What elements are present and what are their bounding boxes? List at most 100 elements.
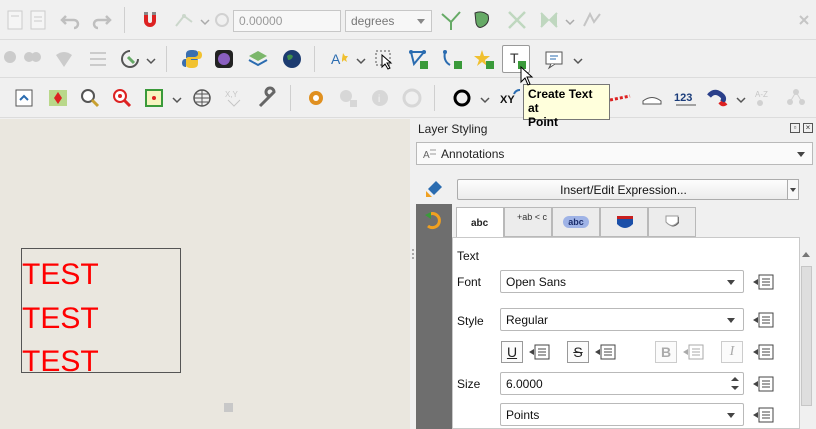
results-viewer-icon[interactable] <box>398 84 426 112</box>
tab-buffer[interactable]: abc <box>552 207 600 237</box>
network-icon[interactable] <box>782 84 810 112</box>
select-features-icon[interactable] <box>44 84 72 112</box>
report-icon[interactable] <box>24 6 52 34</box>
reshape-icon[interactable] <box>468 6 496 34</box>
delete-ring-icon[interactable] <box>18 45 46 73</box>
data-defined-override-icon[interactable] <box>683 342 709 362</box>
labeling-icon[interactable]: A <box>326 45 354 73</box>
snapping-magnet-icon[interactable] <box>136 6 164 34</box>
font-select[interactable]: Open Sans <box>500 270 744 293</box>
history-icon[interactable]: i <box>366 84 394 112</box>
chevron-down-icon[interactable] <box>146 55 156 65</box>
data-defined-override-icon[interactable] <box>753 272 779 292</box>
undo-icon[interactable] <box>56 6 84 34</box>
chevron-down-icon[interactable] <box>565 16 575 26</box>
layers-stack-icon[interactable] <box>244 45 272 73</box>
chevron-down-icon[interactable] <box>573 55 583 65</box>
processing-toolbox-icon[interactable] <box>302 84 330 112</box>
text-annotation-icon[interactable] <box>541 45 569 73</box>
resize-handle[interactable] <box>224 403 233 412</box>
globe-icon[interactable] <box>278 45 306 73</box>
size-spinbox[interactable]: 6.0000 <box>500 372 744 395</box>
polygon-annotation-icon[interactable] <box>404 45 432 73</box>
rotate-point-symbol-icon[interactable] <box>116 45 144 73</box>
text-annotation-frame[interactable]: TEST TEST TEST <box>21 248 181 377</box>
chevron-down-icon[interactable] <box>736 94 746 104</box>
attribute-table-icon[interactable] <box>84 45 112 73</box>
python-console-icon[interactable] <box>178 45 206 73</box>
route-icon[interactable] <box>704 84 732 112</box>
plugin-manager-icon[interactable] <box>210 45 238 73</box>
data-defined-override-icon[interactable] <box>753 310 779 330</box>
annotation-text-line: TEST <box>22 302 99 335</box>
size-unit-select[interactable]: Points <box>500 403 744 426</box>
italic-button[interactable]: I <box>721 341 743 363</box>
rotation-input[interactable]: 0.00000 <box>233 10 341 32</box>
background-tab-icon <box>617 216 633 228</box>
svg-text:A: A <box>423 150 430 161</box>
spin-arrows-icon[interactable] <box>730 375 740 392</box>
properties-scrollbar[interactable] <box>800 246 813 429</box>
coordinate-capture-icon[interactable]: X,Y <box>220 84 248 112</box>
measure-line-icon[interactable] <box>606 84 634 112</box>
map-canvas[interactable]: TEST TEST TEST <box>0 119 410 429</box>
data-defined-override-icon[interactable] <box>753 342 779 362</box>
data-defined-override-icon[interactable] <box>753 374 779 394</box>
layer-styling-panel: Layer Styling ▫ × A Annotations Insert/E… <box>416 119 816 429</box>
chevron-down-icon[interactable] <box>172 94 182 104</box>
wrench-icon[interactable] <box>254 84 282 112</box>
underline-button[interactable]: U <box>501 341 523 363</box>
tab-background[interactable] <box>600 207 648 237</box>
data-defined-override-icon[interactable] <box>529 342 555 362</box>
panel-side-strip <box>416 204 452 429</box>
redo-icon[interactable] <box>88 6 116 34</box>
layer-select[interactable]: A Annotations <box>416 142 813 165</box>
float-panel-icon[interactable]: ▫ <box>790 123 800 133</box>
select-by-polygon-icon[interactable] <box>140 84 168 112</box>
insert-edit-expression-button[interactable]: Insert/Edit Expression... <box>457 179 790 200</box>
panel-title: Layer Styling <box>418 122 488 136</box>
svg-text:i: i <box>378 94 380 105</box>
tab-text[interactable]: abc <box>456 207 504 238</box>
paint-brush-icon[interactable] <box>422 177 446 201</box>
size-value: 6.0000 <box>506 377 543 391</box>
close-small-icon[interactable] <box>790 6 816 34</box>
angle-unit-select[interactable]: degrees <box>345 10 432 32</box>
split-features-icon[interactable] <box>503 6 531 34</box>
split-parts-icon[interactable] <box>535 6 563 34</box>
rotation-icon <box>208 6 236 34</box>
bold-button[interactable]: B <box>655 341 677 363</box>
globe-grid-icon[interactable] <box>188 84 216 112</box>
chevron-down-icon[interactable] <box>356 55 366 65</box>
merge-features-icon[interactable] <box>50 45 78 73</box>
line-annotation-icon[interactable] <box>438 45 466 73</box>
select-by-location-icon[interactable] <box>108 84 136 112</box>
xy-tool-icon[interactable]: XY <box>496 84 524 112</box>
sort-az-icon[interactable]: A-Z <box>750 84 778 112</box>
vertex-tool-icon[interactable] <box>170 6 198 34</box>
simplify-icon[interactable] <box>578 6 606 34</box>
expression-dropdown-button[interactable] <box>787 179 799 200</box>
tab-formatting[interactable]: +ab < c <box>504 207 552 237</box>
new-map-view-icon[interactable] <box>10 84 38 112</box>
marker-annotation-icon[interactable] <box>470 45 498 73</box>
annotation-layer-icon: A <box>423 149 436 161</box>
history-undo-icon[interactable] <box>422 210 446 232</box>
model-designer-icon[interactable] <box>334 84 362 112</box>
ruler-icon[interactable] <box>638 84 666 112</box>
tab-shadow[interactable] <box>648 207 696 237</box>
strikeout-button[interactable]: S <box>567 341 589 363</box>
data-defined-override-icon[interactable] <box>753 405 779 425</box>
size-unit-value: Points <box>506 408 540 422</box>
data-defined-override-icon[interactable] <box>595 342 621 362</box>
svg-text:A: A <box>331 51 341 67</box>
circle-digitize-icon[interactable] <box>448 84 476 112</box>
style-select[interactable]: Regular <box>500 308 744 331</box>
shadow-tab-icon <box>665 215 679 227</box>
count-icon[interactable]: 123 <box>672 84 700 112</box>
close-panel-icon[interactable]: × <box>803 123 813 133</box>
offset-curve-icon[interactable] <box>437 6 465 34</box>
chevron-down-icon[interactable] <box>480 94 490 104</box>
select-annotation-icon[interactable] <box>370 45 398 73</box>
identify-icon[interactable] <box>76 84 104 112</box>
